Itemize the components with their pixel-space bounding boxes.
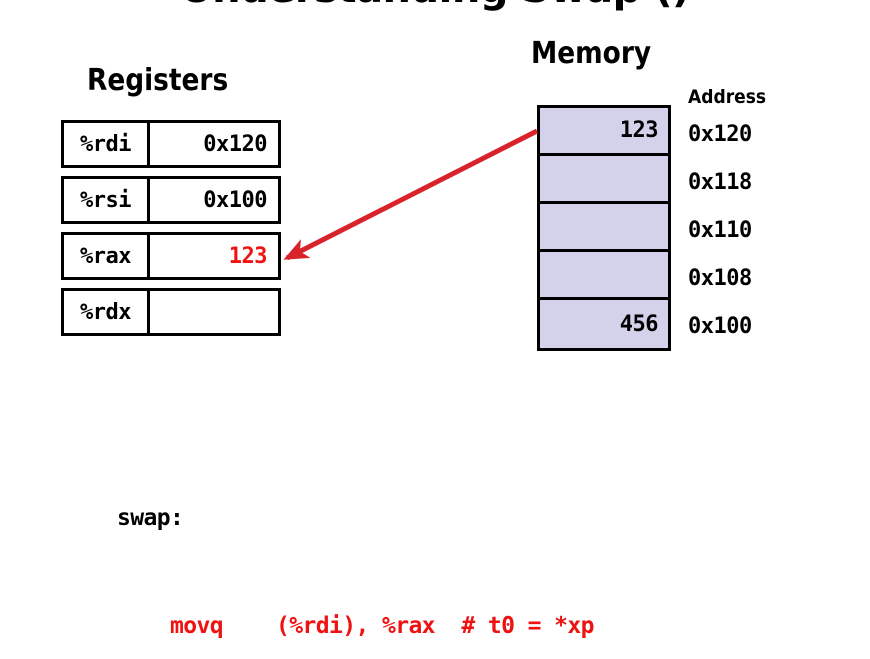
address-item: 0x100 (688, 313, 752, 339)
register-row-rsi: %rsi 0x100 (61, 176, 281, 224)
register-name: %rax (64, 235, 150, 277)
register-name: %rsi (64, 179, 150, 221)
memory-cell (540, 204, 668, 252)
slide-canvas: Understanding Swap () Registers %rdi 0x1… (0, 0, 870, 659)
address-item: 0x120 (688, 121, 752, 147)
memory-cell (540, 252, 668, 300)
registers-heading: Registers (87, 63, 229, 98)
memory-cell (540, 156, 668, 204)
register-value: 0x100 (203, 187, 267, 213)
memory-cell: 456 (540, 300, 668, 348)
memory-cell: 123 (540, 108, 668, 156)
code-line-label: swap: (117, 505, 184, 531)
memory-heading: Memory (531, 36, 652, 71)
address-column: Address 0x120 0x118 0x110 0x108 0x100 (688, 86, 775, 350)
code-line-movq-1: movq (%rdi), %rax # t0 = *xp (117, 613, 595, 639)
register-name: %rdi (64, 123, 150, 165)
address-item: 0x108 (688, 265, 752, 291)
memory-table: 123 456 (537, 105, 671, 351)
address-column-label: Address (688, 86, 767, 108)
register-row-rax: %rax 123 (61, 232, 281, 280)
register-row-rdx: %rdx (61, 288, 281, 336)
address-list: 0x120 0x118 0x110 0x108 0x100 (688, 110, 775, 350)
page-title: Understanding Swap () (0, 0, 870, 12)
register-value-highlighted: 123 (228, 243, 268, 269)
registers-table: %rdi 0x120 %rsi 0x100 %rax 123 %rdx (61, 120, 281, 336)
assembly-code-block: swap: movq (%rdi), %rax # t0 = *xp movq … (117, 428, 595, 659)
register-name: %rdx (64, 291, 150, 333)
register-value: 0x120 (203, 131, 267, 157)
register-row-rdi: %rdi 0x120 (61, 120, 281, 168)
memory-to-rax-arrow (283, 128, 539, 261)
address-item: 0x110 (688, 217, 752, 243)
register-value (150, 291, 278, 333)
address-item: 0x118 (688, 169, 752, 195)
